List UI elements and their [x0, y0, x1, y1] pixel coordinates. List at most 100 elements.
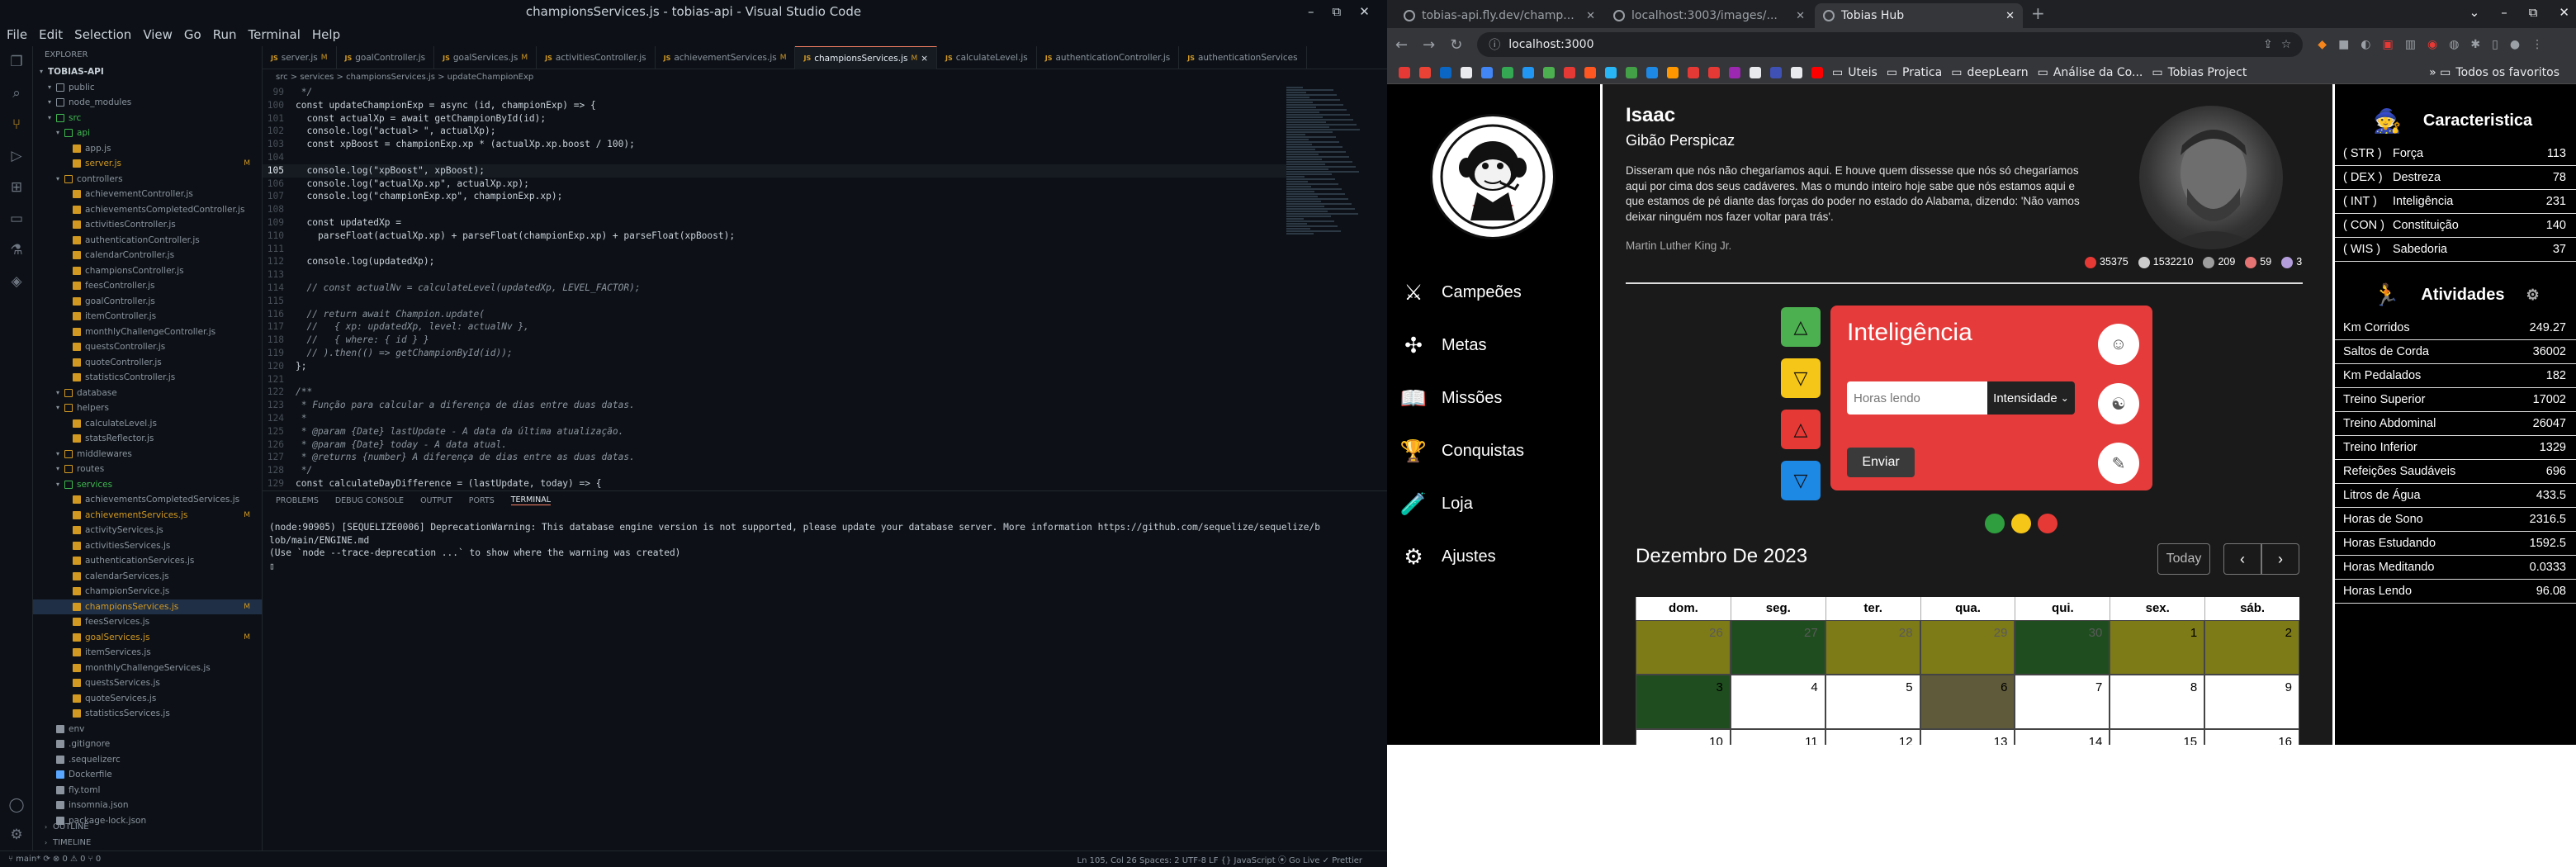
file-item[interactable]: Dockerfile: [33, 767, 262, 783]
menu-run[interactable]: Run: [213, 27, 237, 42]
editor-tab[interactable]: JS goalController.js: [337, 46, 435, 69]
new-tab-button[interactable]: +: [2031, 3, 2045, 23]
bookmark-icon[interactable]: [1440, 66, 1451, 78]
folder-item[interactable]: ▾ src: [33, 111, 262, 126]
calendar-day[interactable]: 30: [2015, 620, 2110, 675]
menu-go[interactable]: Go: [184, 27, 201, 42]
calendar-day[interactable]: 9: [2204, 675, 2300, 729]
file-item[interactable]: authenticationServices.js: [33, 553, 262, 569]
bookmark-icon[interactable]: [1502, 66, 1513, 78]
bookmark-folder[interactable]: ▭ Tobias Project: [2152, 66, 2247, 79]
file-item[interactable]: goalServices.js M: [33, 630, 262, 646]
editor-tab[interactable]: JS championsServices.js M ×: [795, 46, 938, 69]
close-icon[interactable]: ✕: [2005, 10, 2015, 22]
bookmark-icon[interactable]: [1399, 66, 1410, 78]
share-icon[interactable]: ⇪: [2263, 38, 2273, 51]
settings-gear-icon[interactable]: ⚙: [2526, 287, 2540, 304]
file-item[interactable]: championsServices.js M: [33, 599, 262, 614]
file-item[interactable]: activityServices.js: [33, 523, 262, 538]
menu-edit[interactable]: Edit: [39, 27, 63, 42]
file-item[interactable]: questsServices.js: [33, 675, 262, 691]
today-button[interactable]: Today: [2157, 543, 2210, 575]
next-month-button[interactable]: ›: [2261, 543, 2299, 575]
file-item[interactable]: feesServices.js: [33, 614, 262, 630]
folder-item[interactable]: ▾ database: [33, 386, 262, 401]
file-item[interactable]: server.js M: [33, 156, 262, 172]
docker-icon[interactable]: ◈: [0, 266, 33, 297]
outline-section[interactable]: › OUTLINE: [33, 820, 262, 836]
nav-item-metas[interactable]: ✣ Metas: [1399, 319, 1524, 372]
calendar-day[interactable]: 13: [1920, 729, 2015, 745]
editor-tab[interactable]: JS activitiesController.js: [537, 46, 656, 69]
file-item[interactable]: app.js: [33, 141, 262, 157]
extension-fox-icon[interactable]: ◆: [2318, 38, 2327, 51]
close-icon[interactable]: ✕: [1586, 10, 1595, 22]
calendar-day[interactable]: 16: [2204, 729, 2300, 745]
file-item[interactable]: calculateLevel.js: [33, 416, 262, 432]
browser-tab[interactable]: localhost:3003/images/... ✕: [1605, 3, 1813, 28]
forward-icon[interactable]: →: [1423, 36, 1435, 54]
bookmark-icon[interactable]: [1729, 66, 1740, 78]
minimize-icon[interactable]: –: [2501, 5, 2507, 20]
folder-item[interactable]: ▾ controllers: [33, 172, 262, 187]
calendar-day[interactable]: 27: [1730, 620, 1825, 675]
source-control-icon[interactable]: ⑂: [0, 109, 33, 140]
manage-gear-icon[interactable]: ⚙: [0, 819, 33, 850]
file-item[interactable]: .gitignore: [33, 737, 262, 752]
file-item[interactable]: monthlyChallengeController.js: [33, 325, 262, 340]
panel-tab-ports[interactable]: PORTS: [469, 496, 495, 505]
bookmark-icon[interactable]: [1461, 66, 1472, 78]
bookmark-icon[interactable]: [1522, 66, 1534, 78]
status-left[interactable]: ⑂ main* ⟳ ⊗ 0 ⚠ 0 ⑂ 0: [0, 855, 101, 864]
menu-view[interactable]: View: [143, 27, 173, 42]
file-item[interactable]: quoteController.js: [33, 355, 262, 371]
menu-selection[interactable]: Selection: [74, 27, 131, 42]
intensity-select[interactable]: Intensidade ⌄: [1987, 381, 2075, 415]
remote-icon[interactable]: ▭: [0, 203, 33, 235]
folder-item[interactable]: ▾ services: [33, 477, 262, 493]
editor-tab[interactable]: JS server.js M: [263, 46, 337, 69]
bookmark-folder[interactable]: ▭ Análise da Co...: [2038, 66, 2143, 79]
all-bookmarks[interactable]: » ▭ Todos os favoritos: [2429, 66, 2576, 79]
extensions-icon[interactable]: ⊞: [0, 172, 33, 203]
file-item[interactable]: env: [33, 722, 262, 737]
calendar-day[interactable]: 10: [1636, 729, 1731, 745]
extension-icon[interactable]: ■: [2338, 38, 2349, 51]
nav-item-ajustes[interactable]: ⚙ Ajustes: [1399, 530, 1524, 583]
bookmark-folder[interactable]: ▭ Uteis: [1832, 66, 1878, 79]
calendar-day[interactable]: 2: [2204, 620, 2300, 675]
file-item[interactable]: fly.toml: [33, 783, 262, 798]
sidepanel-icon[interactable]: ▯: [2492, 38, 2498, 51]
folder-item[interactable]: ▾ helpers: [33, 400, 262, 416]
close-icon[interactable]: ✕: [1796, 10, 1805, 22]
file-item[interactable]: itemServices.js: [33, 645, 262, 661]
extension-icon[interactable]: ◐: [2361, 38, 2370, 51]
minimap[interactable]: [1286, 86, 1369, 490]
editor-tab[interactable]: JS authenticationController.js: [1037, 46, 1180, 69]
menu-file[interactable]: File: [7, 27, 27, 42]
menu-help[interactable]: Help: [312, 27, 340, 42]
nav-item-missões[interactable]: 📖 Missões: [1399, 372, 1524, 424]
bookmark-icon[interactable]: [1419, 66, 1431, 78]
bookmark-icon[interactable]: [1811, 66, 1823, 78]
bookmark-icon[interactable]: [1646, 66, 1658, 78]
file-item[interactable]: questsController.js: [33, 339, 262, 355]
meditating-avatar-icon[interactable]: ☯: [2098, 383, 2139, 424]
calendar-day[interactable]: 6: [1920, 675, 2015, 729]
tab-search-icon[interactable]: ⌄: [2469, 5, 2480, 20]
menu-terminal[interactable]: Terminal: [249, 27, 301, 42]
file-item[interactable]: feesController.js: [33, 278, 262, 294]
calendar-day[interactable]: 1: [2110, 620, 2205, 675]
calendar-day[interactable]: 29: [1920, 620, 2015, 675]
bookmark-icon[interactable]: [1564, 66, 1575, 78]
timeline-section[interactable]: › TIMELINE: [33, 836, 262, 851]
extension-icon[interactable]: ▣: [2383, 38, 2394, 51]
bookmark-star-icon[interactable]: ☆: [2281, 38, 2292, 51]
calendar-day[interactable]: 5: [1825, 675, 1920, 729]
restore-icon[interactable]: ⧉: [1333, 4, 1342, 19]
studying-avatar-icon[interactable]: ✎: [2098, 443, 2139, 484]
bookmark-icon[interactable]: [1543, 66, 1555, 78]
close-icon[interactable]: ×: [921, 54, 928, 64]
bookmark-icon[interactable]: [1688, 66, 1699, 78]
bookmark-icon[interactable]: [1481, 66, 1493, 78]
